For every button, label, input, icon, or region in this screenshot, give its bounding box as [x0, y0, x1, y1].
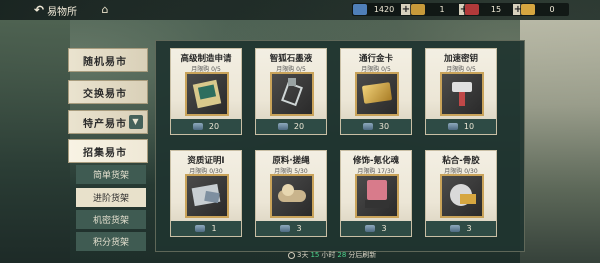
refresh-suffix: 分后刷新 — [348, 251, 377, 259]
resource-ticket-red: 15 + — [464, 3, 523, 16]
coin-icon — [362, 123, 373, 130]
price-value: 3 — [381, 224, 387, 233]
subtab-label: 进阶货架 — [92, 194, 129, 204]
coin-icon — [447, 123, 458, 130]
certificate-card-icon — [185, 174, 229, 218]
item-card[interactable]: 修饰-氪化魂 月限购 17/30 3 — [340, 150, 412, 237]
sidebar-tab-exchange-market[interactable]: 交换易市 — [68, 80, 148, 104]
item-card[interactable]: 加速密钥 月限购 0/5 10 — [425, 48, 497, 135]
item-card[interactable]: 高级制造申请 月限购 0/5 20 — [170, 48, 242, 135]
back-button[interactable]: ↶ 易物所 — [34, 2, 77, 18]
price-value: 20 — [208, 122, 220, 131]
sidebar-tab-label: 招集易市 — [83, 147, 127, 159]
resource-value: 15 — [490, 5, 502, 14]
resource-gold-ticket: 0 — [520, 3, 569, 16]
sidebar-tab-label: 交换易市 — [83, 88, 127, 100]
refresh-hours-label: 小时 — [321, 251, 336, 259]
coin-icon — [280, 225, 291, 232]
item-name: 原料·搓绳 — [272, 156, 310, 166]
price-value: 30 — [378, 122, 390, 131]
background-foliage-left — [0, 20, 70, 263]
item-price: 30 — [341, 119, 411, 134]
subtab-label: 积分货架 — [92, 238, 129, 248]
sidebar-tab-specialty-market[interactable]: 特产易市 ▼ — [68, 110, 148, 134]
resource-value: 1420 — [373, 5, 395, 14]
subtab-simple-shelf[interactable]: 简单货架 — [76, 165, 146, 184]
envelope-document-icon — [185, 72, 229, 116]
glue-can-icon — [440, 174, 484, 218]
sidebar-tab-recruit-market[interactable]: 招集易市 — [68, 139, 148, 163]
sidebar-tab-label: 特产易市 — [83, 118, 127, 130]
item-name: 资质证明Ⅰ — [187, 156, 225, 166]
sidebar-tab-random-market[interactable]: 随机易市 — [68, 48, 148, 72]
item-card[interactable]: 通行金卡 月限购 0/5 30 — [340, 48, 412, 135]
device-box-icon — [355, 174, 399, 218]
back-arrow-icon: ↶ — [34, 3, 45, 17]
item-name: 修饰-氪化魂 — [352, 156, 400, 166]
gold-ticket-icon — [521, 4, 535, 15]
gold-card-icon — [355, 72, 399, 116]
background-foliage-right — [520, 20, 600, 263]
rope-bundle-icon — [270, 174, 314, 218]
resource-value: 0 — [549, 5, 555, 14]
item-name: 加速密钥 — [443, 54, 478, 64]
resource-value: 1 — [439, 5, 445, 14]
price-value: 3 — [466, 224, 472, 233]
glass-bottle-icon — [270, 72, 314, 116]
refresh-hours: 15 — [310, 251, 320, 259]
price-value: 3 — [296, 224, 302, 233]
item-name: 粘合-骨胶 — [442, 156, 480, 166]
item-price: 1 — [171, 221, 241, 236]
item-name: 高级制造申请 — [180, 54, 232, 64]
gem-icon — [353, 4, 367, 15]
resource-ticket: 1 + — [410, 3, 469, 16]
item-name: 智狐石墨液 — [269, 54, 313, 64]
item-price: 20 — [171, 119, 241, 134]
item-card[interactable]: 资质证明Ⅰ 月限购 0/30 1 — [170, 150, 242, 237]
subtab-label: 机密货架 — [92, 216, 129, 226]
sidebar-tab-label: 随机易市 — [83, 56, 127, 68]
subtab-secret-shelf[interactable]: 机密货架 — [76, 210, 146, 229]
refresh-timer: 3天 15 小时 28 分后刷新 — [288, 249, 376, 261]
item-price: 3 — [341, 221, 411, 236]
item-price: 3 — [426, 221, 496, 236]
refresh-days: 3天 — [297, 251, 309, 259]
item-price: 10 — [426, 119, 496, 134]
ticket-icon — [411, 4, 425, 15]
item-card[interactable]: 粘合-骨胶 月限购 0/30 3 — [425, 150, 497, 237]
refresh-minutes: 28 — [337, 251, 347, 259]
coin-icon — [365, 225, 376, 232]
coin-icon — [277, 123, 288, 130]
price-value: 20 — [293, 122, 305, 131]
resource-gem: 1420 + — [352, 3, 411, 16]
subtab-label: 简单货架 — [92, 171, 129, 181]
item-name: 通行金卡 — [358, 54, 393, 64]
price-value: 10 — [463, 122, 475, 131]
page-title: 易物所 — [47, 6, 78, 18]
item-price: 3 — [256, 221, 326, 236]
home-icon[interactable]: ⌂ — [98, 3, 112, 16]
coin-icon — [192, 123, 203, 130]
coin-icon — [450, 225, 461, 232]
chevron-down-icon[interactable]: ▼ — [129, 115, 143, 129]
clock-icon — [288, 251, 295, 259]
coin-icon — [195, 225, 206, 232]
item-price: 20 — [256, 119, 326, 134]
ticket-red-icon — [465, 4, 479, 15]
subtab-points-shelf[interactable]: 积分货架 — [76, 232, 146, 251]
item-card[interactable]: 智狐石墨液 月限购 0/5 20 — [255, 48, 327, 135]
subtab-advanced-shelf[interactable]: 进阶货架 — [76, 188, 146, 207]
price-value: 1 — [211, 224, 217, 233]
item-card[interactable]: 原料·搓绳 月限购 5/30 3 — [255, 150, 327, 237]
key-usb-icon — [440, 72, 484, 116]
